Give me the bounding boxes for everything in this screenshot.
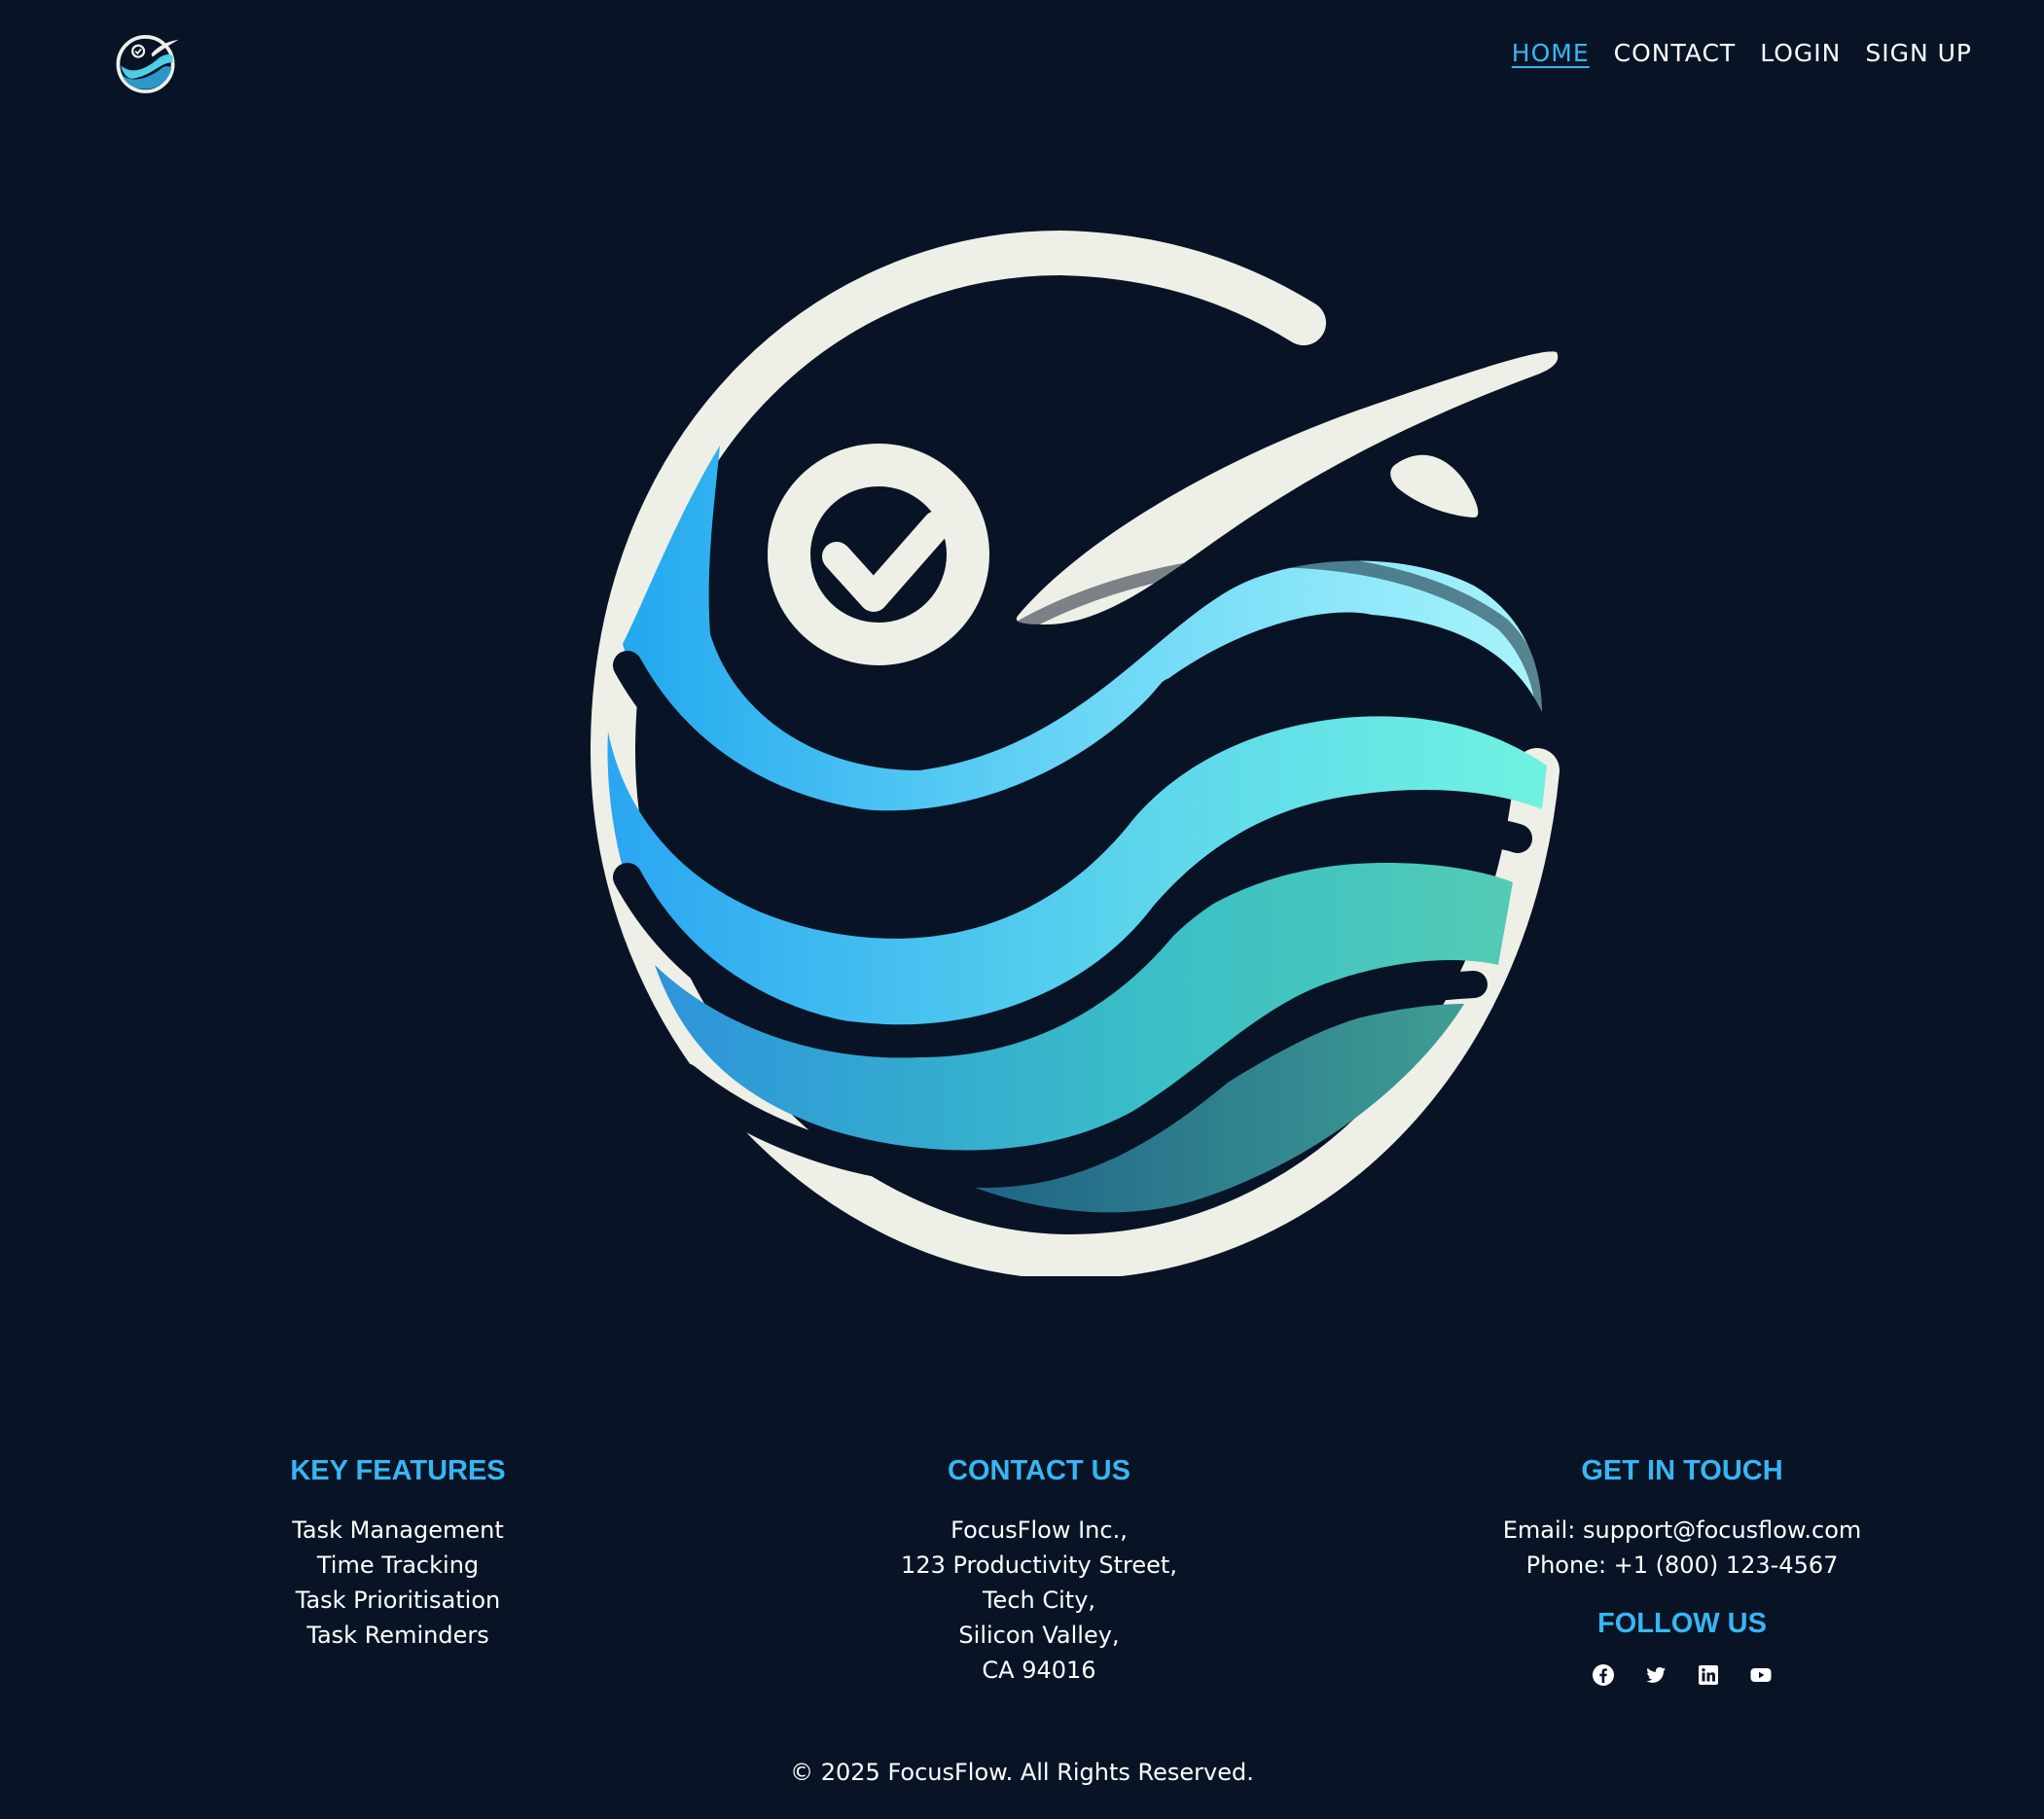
youtube-icon[interactable] bbox=[1749, 1663, 1773, 1687]
phone-text: Phone: +1 (800) 123-4567 bbox=[1525, 1552, 1839, 1579]
main-nav: HOME CONTACT LOGIN SIGN UP bbox=[1512, 39, 1972, 67]
address-line: 123 Productivity Street, bbox=[901, 1552, 1177, 1579]
address-line: Silicon Valley, bbox=[958, 1622, 1120, 1649]
key-features-title: KEY FEATURES bbox=[290, 1455, 506, 1486]
nav-contact[interactable]: CONTACT bbox=[1614, 39, 1737, 67]
address-line: FocusFlow Inc., bbox=[950, 1516, 1128, 1544]
twitter-icon[interactable] bbox=[1644, 1663, 1667, 1687]
feature-item: Task Prioritisation bbox=[295, 1587, 501, 1614]
nav-home[interactable]: HOME bbox=[1512, 39, 1590, 67]
logo-icon bbox=[116, 34, 179, 93]
address-line: CA 94016 bbox=[982, 1657, 1096, 1684]
facebook-icon[interactable] bbox=[1592, 1663, 1615, 1687]
feature-item: Task Reminders bbox=[306, 1622, 489, 1649]
hero-emblem bbox=[540, 226, 1561, 1276]
focusflow-emblem-icon bbox=[590, 230, 1560, 1276]
feature-item: Task Management bbox=[292, 1516, 504, 1544]
logo[interactable] bbox=[111, 25, 183, 97]
copyright-text: © 2025 FocusFlow. All Rights Reserved. bbox=[790, 1759, 1254, 1786]
get-in-touch-section: GET IN TOUCH Email: support@focusflow.co… bbox=[1429, 1455, 1935, 1687]
feature-item: Time Tracking bbox=[316, 1552, 480, 1579]
key-features-section: KEY FEATURES Task Management Time Tracki… bbox=[145, 1455, 651, 1653]
contact-us-title: CONTACT US bbox=[948, 1455, 1130, 1486]
nav-signup[interactable]: SIGN UP bbox=[1865, 39, 1972, 67]
email-text: Email: support@focusflow.com bbox=[1502, 1516, 1862, 1544]
address-line: Tech City, bbox=[982, 1587, 1096, 1614]
footer: KEY FEATURES Task Management Time Tracki… bbox=[0, 1455, 2044, 1708]
social-links bbox=[1429, 1663, 1935, 1687]
contact-us-section: CONTACT US FocusFlow Inc., 123 Productiv… bbox=[786, 1455, 1292, 1688]
follow-us-title: FOLLOW US bbox=[1597, 1608, 1767, 1639]
get-in-touch-title: GET IN TOUCH bbox=[1581, 1455, 1783, 1486]
linkedin-icon[interactable] bbox=[1697, 1663, 1720, 1687]
nav-login[interactable]: LOGIN bbox=[1760, 39, 1841, 67]
